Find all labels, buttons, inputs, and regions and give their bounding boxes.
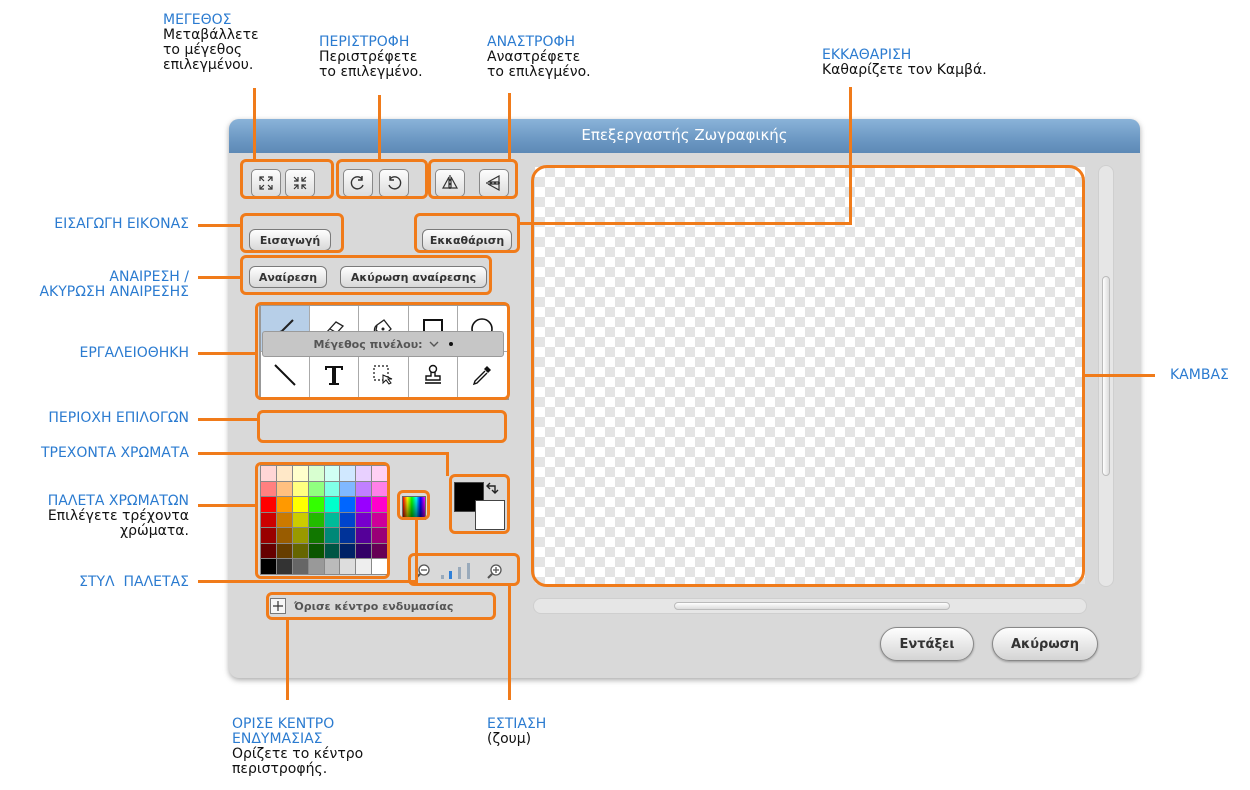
connector-toolbox xyxy=(198,352,257,355)
connector-zoom xyxy=(508,584,511,700)
caption-clear: ΕΚΚΑΘΑΡΙΣΗ Καθαρίζετε τον Καμβά. xyxy=(822,47,987,78)
horizontal-scrollbar[interactable] xyxy=(533,598,1087,614)
connector-palette-style-h xyxy=(198,580,418,583)
connector-canvas xyxy=(1083,374,1155,377)
highlight-current-colors xyxy=(449,474,510,534)
connector-set-center xyxy=(286,618,289,700)
highlight-import xyxy=(240,213,344,253)
highlight-toolbox xyxy=(255,302,510,400)
caption-size: ΜΕΓΕΘΟΣ Μεταβάλλετε το μέγεθος επιλεγμέν… xyxy=(163,12,259,73)
caption-palette: ΠΑΛΕΤΑ ΧΡΩΜΑΤΩΝ Επιλέγετε τρέχοντα χρώμα… xyxy=(47,493,189,539)
highlight-size xyxy=(240,159,334,199)
connector-options xyxy=(198,418,259,421)
highlight-palette xyxy=(255,462,390,579)
connector-clear-h xyxy=(518,222,852,225)
connector-clear-v xyxy=(849,87,852,225)
caption-palette-style: ΣΤΥΛ ΠΑΛΕΤΑΣ xyxy=(79,574,189,590)
caption-set-center: ΟΡΙΣΕ ΚΕΝΤΡΟ ΕΝΔΥΜΑΣΙΑΣ Ορίζετε το κέντρ… xyxy=(232,716,364,777)
horizontal-scroll-thumb[interactable] xyxy=(674,602,950,610)
highlight-options xyxy=(257,410,507,443)
highlight-clear xyxy=(414,213,520,253)
highlight-undo xyxy=(240,255,492,295)
connector-undo xyxy=(198,276,242,279)
caption-flip: ΑΝΑΣΤΡΟΦΗ Αναστρέφετε το επιλεγμένο. xyxy=(487,34,591,80)
caption-toolbox: ΕΡΓΑΛΕΙΟΘΗΚΗ xyxy=(79,345,190,361)
ok-button[interactable]: Εντάξει xyxy=(880,627,974,661)
caption-options: ΠΕΡΙΟΧΗ ΕΠΙΛΟΓΩΝ xyxy=(48,410,189,426)
caption-current-colors: ΤΡΕΧΟΝΤΑ ΧΡΩΜΑΤΑ xyxy=(40,445,189,461)
caption-import: ΕΙΣΑΓΩΓΗ ΕΙΚΟΝΑΣ xyxy=(54,216,189,232)
highlight-rotate xyxy=(336,159,428,199)
highlight-canvas xyxy=(531,165,1085,587)
caption-zoom: ΕΣΤΙΑΣΗ (ζουμ) xyxy=(487,716,547,747)
connector-palette xyxy=(198,504,257,507)
highlight-zoom xyxy=(408,553,520,586)
connector-current-colors-v xyxy=(446,452,449,476)
connector-palette-style-v xyxy=(415,518,418,583)
cancel-button[interactable]: Ακύρωση xyxy=(992,627,1098,661)
caption-canvas: ΚΑΜΒΑΣ xyxy=(1170,367,1229,383)
connector-current-colors-h xyxy=(198,452,449,455)
connector-flip xyxy=(508,93,511,161)
connector-import xyxy=(198,224,242,227)
window-title: Επεξεργαστής Ζωγραφικής xyxy=(229,119,1140,153)
highlight-palette-style xyxy=(397,490,430,520)
connector-rotate xyxy=(378,95,381,161)
connector-size xyxy=(253,88,256,161)
caption-rotate: ΠΕΡΙΣΤΡΟΦΗ Περιστρέφετε το επιλεγμένο. xyxy=(319,34,423,80)
highlight-flip xyxy=(428,159,518,199)
caption-undo: ΑΝΑΙΡΕΣΗ / ΑΚΥΡΩΣΗ ΑΝΑΙΡΕΣΗΣ xyxy=(39,269,189,300)
highlight-set-center xyxy=(266,592,496,620)
